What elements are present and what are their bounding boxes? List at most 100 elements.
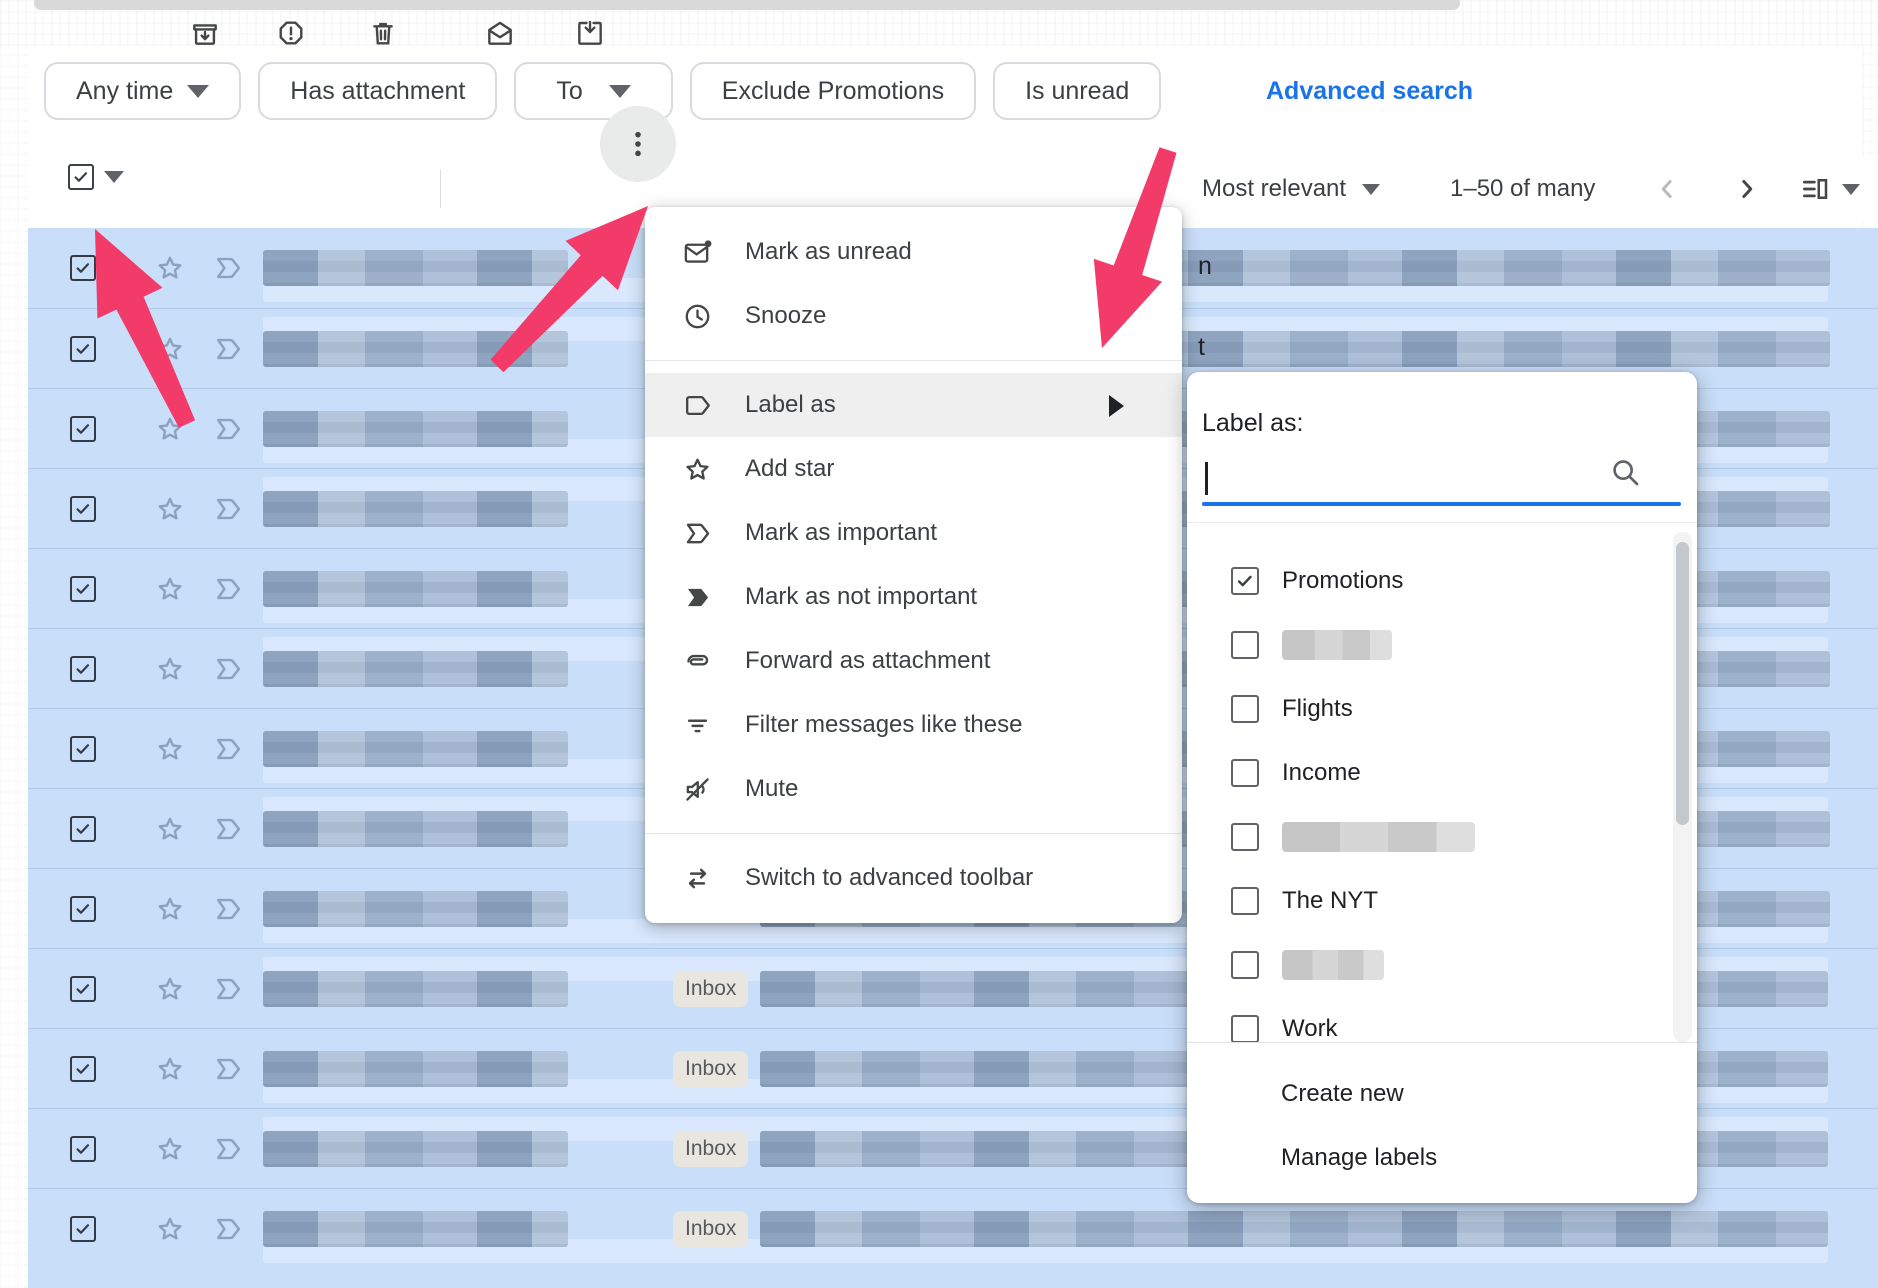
star-icon[interactable]: [154, 893, 186, 925]
label-option-flights[interactable]: Flights: [1187, 677, 1697, 741]
select-all-checkbox[interactable]: [68, 164, 94, 190]
importance-marker-icon[interactable]: [212, 252, 244, 284]
importance-marker-icon[interactable]: [212, 493, 244, 525]
checkbox-unchecked[interactable]: [1231, 823, 1259, 851]
more-options-button[interactable]: [600, 106, 676, 182]
filter-chip-any-time[interactable]: Any time: [44, 62, 241, 120]
filter-chip-is-unread[interactable]: Is unread: [993, 62, 1161, 120]
importance-marker-icon[interactable]: [212, 1053, 244, 1085]
email-checkbox-checked[interactable]: [70, 1136, 96, 1162]
email-checkbox-checked[interactable]: [70, 416, 96, 442]
menu-item-label: Mark as unread: [745, 238, 912, 266]
older-page-button[interactable]: [1730, 156, 1764, 222]
report-spam-button[interactable]: [274, 0, 308, 66]
star-icon[interactable]: [154, 813, 186, 845]
star-icon[interactable]: [154, 653, 186, 685]
menu-item-mark-as-not-important[interactable]: Mark as not important: [645, 565, 1182, 629]
filter-chip-exclude-promotions[interactable]: Exclude Promotions: [690, 62, 976, 120]
move-to-button[interactable]: [573, 0, 607, 66]
menu-item-mute[interactable]: Mute: [645, 757, 1182, 821]
email-checkbox-checked[interactable]: [70, 816, 96, 842]
menu-item-filter-messages-like-these[interactable]: Filter messages like these: [645, 693, 1182, 757]
label-option-the-nyt[interactable]: The NYT: [1187, 869, 1697, 933]
advanced-search-link[interactable]: Advanced search: [1266, 62, 1473, 120]
importance-marker-icon[interactable]: [212, 413, 244, 445]
email-checkbox-checked[interactable]: [70, 255, 96, 281]
inbox-label-chip: Inbox: [673, 1211, 748, 1247]
email-checkbox-checked[interactable]: [70, 1056, 96, 1082]
split-pane-dropdown[interactable]: [1838, 156, 1864, 222]
chevron-down-icon: [609, 85, 631, 98]
menu-item-add-star[interactable]: Add star: [645, 437, 1182, 501]
attach-icon: [682, 646, 713, 677]
importance-marker-icon[interactable]: [212, 893, 244, 925]
label-option-blurred[interactable]: [1187, 933, 1697, 997]
label-option-work[interactable]: Work: [1187, 997, 1697, 1043]
email-checkbox-checked[interactable]: [70, 736, 96, 762]
importance-marker-icon[interactable]: [212, 733, 244, 765]
star-icon[interactable]: [154, 573, 186, 605]
importance-marker-icon[interactable]: [212, 333, 244, 365]
email-checkbox-checked[interactable]: [70, 1216, 96, 1242]
filter-chip-has-attachment[interactable]: Has attachment: [258, 62, 497, 120]
star-icon[interactable]: [154, 1213, 186, 1245]
star-icon[interactable]: [154, 252, 186, 284]
importance-marker-icon[interactable]: [212, 813, 244, 845]
menu-item-forward-as-attachment[interactable]: Forward as attachment: [645, 629, 1182, 693]
menu-divider: [645, 833, 1182, 834]
checkbox-unchecked[interactable]: [1231, 631, 1259, 659]
checkbox-unchecked[interactable]: [1231, 887, 1259, 915]
scrollbar-thumb[interactable]: [1676, 542, 1689, 825]
importance-marker-icon[interactable]: [212, 1213, 244, 1245]
star-icon[interactable]: [154, 413, 186, 445]
delete-icon: [367, 17, 399, 49]
checkbox-unchecked[interactable]: [1231, 695, 1259, 723]
star-icon[interactable]: [154, 733, 186, 765]
newer-page-button[interactable]: [1650, 156, 1684, 222]
blurred-label-name: [1282, 630, 1392, 660]
inbox-label-chip: Inbox: [673, 971, 748, 1007]
blurred-sender-text: [263, 811, 568, 847]
importance-marker-icon[interactable]: [212, 1133, 244, 1165]
checkbox-unchecked[interactable]: [1231, 1015, 1259, 1043]
menu-item-mark-as-unread[interactable]: Mark as unread: [645, 220, 1182, 284]
menu-item-switch-to-advanced-toolbar[interactable]: Switch to advanced toolbar: [645, 846, 1182, 910]
importance-marker-icon[interactable]: [212, 973, 244, 1005]
email-checkbox-checked[interactable]: [70, 576, 96, 602]
popup-divider-bottom: [1187, 1042, 1697, 1043]
email-checkbox-checked[interactable]: [70, 976, 96, 1002]
menu-item-mark-as-important[interactable]: Mark as important: [645, 501, 1182, 565]
star-icon[interactable]: [154, 1053, 186, 1085]
email-checkbox-checked[interactable]: [70, 496, 96, 522]
menu-item-snooze[interactable]: Snooze: [645, 284, 1182, 348]
archive-button[interactable]: [188, 0, 222, 66]
select-all-control[interactable]: [68, 164, 124, 190]
menu-item-label-as[interactable]: Label as: [645, 373, 1182, 437]
label-option-promotions[interactable]: Promotions: [1187, 549, 1697, 613]
sort-selector[interactable]: Most relevant: [1202, 156, 1380, 222]
select-all-dropdown-icon[interactable]: [104, 171, 124, 183]
email-checkbox-checked[interactable]: [70, 656, 96, 682]
move-to-icon: [574, 17, 606, 49]
label-search-field[interactable]: [1202, 460, 1681, 502]
checkbox-unchecked[interactable]: [1231, 951, 1259, 979]
check-icon: [73, 659, 93, 679]
label-option-blurred[interactable]: [1187, 805, 1697, 869]
checkbox-unchecked[interactable]: [1231, 759, 1259, 787]
email-checkbox-checked[interactable]: [70, 336, 96, 362]
label-option-blurred[interactable]: [1187, 613, 1697, 677]
star-icon[interactable]: [154, 1133, 186, 1165]
star-icon[interactable]: [154, 333, 186, 365]
star-icon[interactable]: [154, 493, 186, 525]
label-option-income[interactable]: Income: [1187, 741, 1697, 805]
importance-marker-icon[interactable]: [212, 653, 244, 685]
star-icon[interactable]: [154, 973, 186, 1005]
checkbox-checked[interactable]: [1231, 567, 1259, 595]
manage-labels-button[interactable]: Manage labels: [1187, 1126, 1697, 1190]
create-new-button[interactable]: Create new: [1187, 1062, 1697, 1126]
email-checkbox-checked[interactable]: [70, 896, 96, 922]
split-pane-button[interactable]: [1798, 156, 1832, 222]
importance-marker-icon[interactable]: [212, 573, 244, 605]
delete-button[interactable]: [366, 0, 400, 66]
mark-as-read-button[interactable]: [483, 0, 517, 66]
